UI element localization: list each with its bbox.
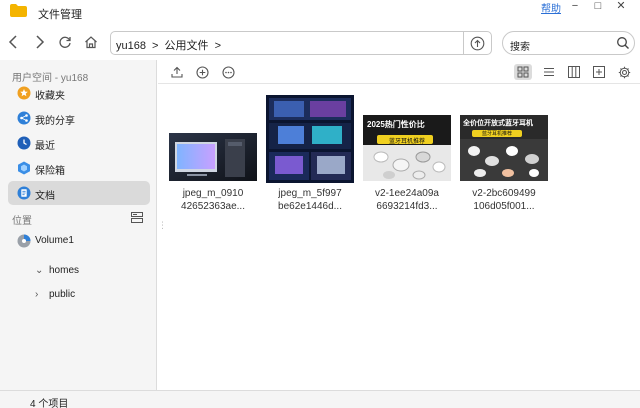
folder-app-icon: [10, 4, 27, 17]
location-header: 位置: [12, 216, 32, 227]
file-name-line1: jpeg_m_0910: [182, 188, 244, 199]
sidebar-item-favorites[interactable]: 收藏夹: [8, 81, 150, 105]
volume-disk-icon: [17, 234, 31, 248]
window-title: 文件管理: [38, 9, 82, 21]
file-name-line1: v2-2bc609499: [472, 188, 536, 199]
clock-icon: [17, 136, 31, 150]
thumbnail-headline: 2025热门性价比: [367, 120, 425, 129]
help-link[interactable]: 帮助: [541, 0, 561, 15]
storage-manage-icon[interactable]: [131, 212, 143, 223]
item-count: 4 个项目: [30, 399, 69, 408]
title-bar: 文件管理 帮助 − □ ✕: [0, 0, 640, 26]
sidebar-item-label: 最近: [35, 141, 55, 152]
address-divider: [463, 32, 464, 54]
sidebar-item-documents[interactable]: 文档: [8, 181, 150, 205]
sidebar-item-label: 我的分享: [35, 116, 75, 127]
file-name-line1: jpeg_m_5f997: [278, 188, 342, 199]
address-bar[interactable]: yu168 > 公用文件 >: [110, 31, 492, 55]
tree-item-label: homes: [49, 265, 80, 276]
settings-gear-icon[interactable]: [615, 64, 633, 80]
new-item-icon[interactable]: [193, 64, 211, 80]
file-name-line2: be62e1446d...: [278, 201, 342, 212]
file-name-line1: v2-1ee24a09a: [375, 188, 439, 199]
search-input[interactable]: 搜索: [510, 38, 530, 53]
sidebar: 用户空间 - yu168 收藏夹 我的分享 最近 保险箱 文档 位置 Volum…: [0, 60, 157, 390]
breadcrumb-user[interactable]: yu168: [116, 40, 146, 52]
tree-item-homes[interactable]: ⌄ homes: [35, 261, 125, 281]
breadcrumb-separator: >: [152, 40, 159, 52]
upload-circle-icon[interactable]: [470, 36, 485, 54]
sidebar-item-label: Volume1: [35, 235, 74, 246]
search-icon[interactable]: [616, 36, 630, 50]
pane-splitter-handle[interactable]: ⋮: [158, 220, 167, 234]
breadcrumb-public-files[interactable]: 公用文件: [165, 40, 209, 52]
column-view-icon[interactable]: [565, 64, 583, 80]
navigation-bar: yu168 > 公用文件 > 搜索: [0, 26, 640, 60]
content-toolbar: [158, 60, 640, 84]
tree-item-label: public: [49, 289, 76, 300]
sidebar-item-label: 文档: [35, 191, 55, 202]
close-button[interactable]: ✕: [611, 0, 631, 14]
share-icon: [17, 111, 31, 125]
thumbnail-subtitle: 蓝牙耳机推荐: [481, 131, 512, 137]
sidebar-item-label: 保险箱: [35, 166, 65, 177]
status-bar: 4 个项目: [0, 390, 640, 408]
sidebar-item-label: 收藏夹: [35, 91, 65, 102]
star-icon: [17, 86, 31, 100]
back-icon[interactable]: [5, 33, 23, 51]
list-view-icon[interactable]: [540, 64, 558, 80]
refresh-icon[interactable]: [56, 33, 74, 51]
minimize-button[interactable]: −: [565, 0, 585, 14]
breadcrumb: yu168 > 公用文件 >: [116, 37, 224, 53]
search-box[interactable]: 搜索: [502, 31, 635, 55]
sidebar-item-safe-box[interactable]: 保险箱: [8, 156, 150, 180]
safe-icon: [18, 161, 30, 175]
sidebar-item-my-share[interactable]: 我的分享: [8, 106, 150, 130]
file-content-area: ⋮ jpeg_m_0910 42652363ae... jpeg_m_5f997…: [158, 60, 640, 390]
home-icon[interactable]: [82, 33, 100, 51]
breadcrumb-separator: >: [214, 40, 222, 52]
thumbnail-subtitle: 蓝牙耳机推荐: [388, 139, 425, 145]
upload-icon[interactable]: [168, 64, 186, 80]
chevron-down-icon[interactable]: ⌄: [35, 265, 43, 276]
grid-view-icon[interactable]: [514, 64, 532, 80]
sidebar-item-recent[interactable]: 最近: [8, 131, 150, 155]
file-name-line2: 6693214fd3...: [376, 201, 438, 212]
more-options-icon[interactable]: [219, 64, 237, 80]
chevron-right-icon[interactable]: ›: [35, 289, 38, 300]
forward-icon[interactable]: [30, 33, 48, 51]
document-icon: [17, 186, 31, 200]
file-name-line2: 106d05f001...: [473, 201, 535, 212]
tree-item-public[interactable]: › public: [35, 285, 125, 305]
thumbnail-headline: 全价位开放式蓝牙耳机: [463, 120, 533, 127]
add-box-icon[interactable]: [590, 64, 608, 80]
file-name-line2: 42652363ae...: [181, 201, 245, 212]
maximize-button[interactable]: □: [588, 0, 608, 14]
sidebar-item-volume1[interactable]: Volume1: [8, 229, 150, 253]
